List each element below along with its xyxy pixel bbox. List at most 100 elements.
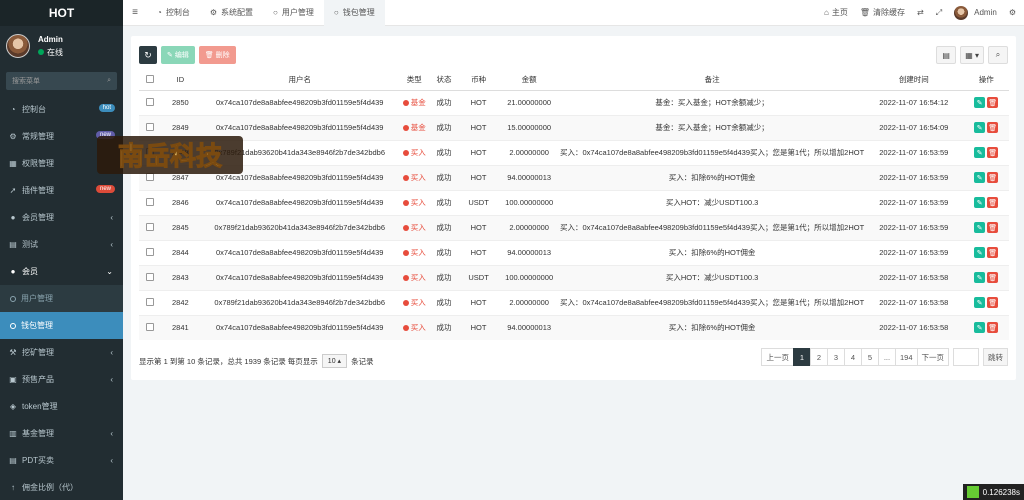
edit-button[interactable]: ✎ 编辑 xyxy=(161,46,195,64)
delete-row-button[interactable]: 🗑 xyxy=(987,197,999,208)
dashboard-icon: ◔ xyxy=(157,8,162,17)
sidebar-item-member-manage[interactable]: ● 会员管理 ‹ xyxy=(0,204,123,231)
edit-row-button[interactable]: ✎ xyxy=(974,322,986,334)
debug-timer[interactable]: 0.126238s xyxy=(962,484,1024,500)
cell-id: 2845 xyxy=(160,214,201,240)
app-logo[interactable]: HOT xyxy=(0,0,123,26)
columns-dropdown[interactable]: ▦ ▾ xyxy=(960,46,984,64)
column-header-coin[interactable]: 币种 xyxy=(458,70,499,91)
edit-row-button[interactable]: ✎ xyxy=(974,147,986,158)
row-checkbox[interactable] xyxy=(139,89,161,115)
next-page-button[interactable]: 下一页 xyxy=(916,348,949,366)
sidebar-search-input[interactable]: 搜索菜单 ⌕ xyxy=(6,72,117,90)
row-checkbox[interactable] xyxy=(139,289,161,315)
page-4-button[interactable]: 4 xyxy=(843,348,862,366)
page-size-select[interactable]: 10 ▴ xyxy=(321,354,348,368)
menu-toggle-icon[interactable]: ≡ xyxy=(123,7,147,18)
edit-row-button[interactable]: ✎ xyxy=(974,297,986,308)
row-checkbox[interactable] xyxy=(139,189,161,215)
jump-page-input[interactable] xyxy=(953,348,979,366)
column-header-created[interactable]: 创建时间 xyxy=(864,70,964,91)
table-row[interactable]: 2844 0x74ca107de8a8abfee498209b3fd01159e5… xyxy=(139,239,1009,265)
toggle-view-button[interactable]: ▤ xyxy=(936,46,957,64)
table-row[interactable]: 2847 0x74ca107de8a8abfee498209b3fd01159e5… xyxy=(139,164,1009,190)
cell-coin: USDT xyxy=(458,189,499,215)
commission-icon: ↑ xyxy=(11,483,15,492)
delete-row-button[interactable]: 🗑 xyxy=(987,247,999,258)
sidebar-item-mining[interactable]: ⚒ 挖矿管理 ‹ xyxy=(0,339,123,366)
table-row[interactable]: 2850 0x74ca107de8a8abfee498209b3fd01159e5… xyxy=(139,89,1009,115)
row-checkbox[interactable] xyxy=(139,239,161,265)
table-row[interactable]: 28480x789f21dab93620b41da343e8946f2b7de3… xyxy=(139,139,1009,165)
column-header-username[interactable]: 用户名 xyxy=(200,70,400,91)
edit-row-button[interactable]: ✎ xyxy=(974,247,986,258)
language-icon[interactable]: ⇄ xyxy=(917,8,924,17)
sidebar-item-commission[interactable]: ↑ 佣金比例（代） xyxy=(0,474,123,500)
edit-row-button[interactable]: ✎ xyxy=(974,197,986,208)
delete-row-button[interactable]: 🗑 xyxy=(987,322,999,334)
sidebar-item-fund[interactable]: ▥ 基金管理 ‹ xyxy=(0,420,123,447)
tab-wallet-manage[interactable]: ○ 钱包管理 xyxy=(323,0,385,26)
column-header-amount[interactable]: 金额 xyxy=(498,70,560,91)
delete-row-button[interactable]: 🗑 xyxy=(987,297,999,308)
delete-row-button[interactable]: 🗑 xyxy=(987,97,999,108)
sidebar-item-test[interactable]: ▤ 测试 ‹ xyxy=(0,231,123,258)
delete-button[interactable]: 🗑 删除 xyxy=(198,46,236,64)
delete-row-button[interactable]: 🗑 xyxy=(987,222,999,233)
cell-status: 成功 xyxy=(429,214,459,240)
avatar xyxy=(954,5,969,20)
sidebar-item-presale[interactable]: ▣ 预售产品 ‹ xyxy=(0,366,123,393)
tab-user-manage[interactable]: ○ 用户管理 xyxy=(263,0,324,26)
sidebar-item-wallet-manage[interactable]: 钱包管理 xyxy=(0,312,123,339)
delete-row-button[interactable]: 🗑 xyxy=(987,272,999,283)
column-header-status[interactable]: 状态 xyxy=(429,70,459,91)
cell-type: 买入 xyxy=(399,139,430,165)
search-button[interactable]: ⌕ xyxy=(988,46,1008,64)
select-all-checkbox[interactable] xyxy=(139,70,161,91)
sidebar-item-plugins[interactable]: ➚ 插件管理 new xyxy=(0,177,123,204)
row-checkbox[interactable] xyxy=(139,264,161,290)
edit-row-button[interactable]: ✎ xyxy=(974,122,986,133)
table-row[interactable]: 2846 0x74ca107de8a8abfee498209b3fd01159e5… xyxy=(139,189,1009,215)
refresh-button[interactable]: ↻ xyxy=(139,46,157,64)
column-header-type[interactable]: 类型 xyxy=(399,70,430,91)
home-link[interactable]: ⌂ 主页 xyxy=(824,7,848,18)
table-row[interactable]: 2841 0x74ca107de8a8abfee498209b3fd01159e5… xyxy=(139,314,1009,340)
page-2-button[interactable]: 2 xyxy=(809,348,828,366)
jump-button[interactable]: 跳转 xyxy=(983,348,1008,366)
prev-page-button[interactable]: 上一页 xyxy=(761,348,794,366)
edit-row-button[interactable]: ✎ xyxy=(974,272,986,283)
cell-id: 2842 xyxy=(160,289,201,315)
sidebar-item-dashboard[interactable]: ◔ 控制台 hot xyxy=(0,96,123,123)
sidebar-item-member[interactable]: ● 会员 ⌄ xyxy=(0,258,123,285)
page-last-button[interactable]: 194 xyxy=(894,348,918,366)
top-navbar: ≡ ◔ 控制台 ⚙ 系统配置 ○ 用户管理 ○ 钱包管理 ⌂ 主页 🗑 清除缓存 ⇄ ⤢ A… xyxy=(123,0,1024,26)
sidebar-item-user-manage[interactable]: 用户管理 xyxy=(0,285,123,312)
sidebar-item-pdt[interactable]: ▤ PDT买卖 ‹ xyxy=(0,447,123,474)
edit-row-button[interactable]: ✎ xyxy=(974,172,986,183)
tab-dashboard[interactable]: ◔ 控制台 xyxy=(147,0,200,26)
tab-system-config[interactable]: ⚙ 系统配置 xyxy=(200,0,263,26)
delete-row-button[interactable]: 🗑 xyxy=(987,122,999,133)
row-checkbox[interactable] xyxy=(139,214,161,240)
table-row[interactable]: 2845 0x789f21dab93620b41da343e8946f2b7de3… xyxy=(139,214,1009,240)
fullscreen-icon[interactable]: ⤢ xyxy=(936,8,942,18)
row-checkbox[interactable] xyxy=(139,314,161,340)
column-header-id[interactable]: ID xyxy=(160,70,201,91)
settings-icon[interactable]: ⚙ xyxy=(1009,8,1016,17)
delete-row-button[interactable]: 🗑 xyxy=(987,147,999,158)
delete-row-button[interactable]: 🗑 xyxy=(987,172,999,183)
page-1-button[interactable]: 1 xyxy=(792,348,811,366)
cell-amount: 94.00000013 xyxy=(498,164,560,190)
edit-row-button[interactable]: ✎ xyxy=(974,97,986,108)
sidebar-item-token[interactable]: ◈ token管理 xyxy=(0,393,123,420)
page-3-button[interactable]: 3 xyxy=(826,348,845,366)
clear-cache-button[interactable]: 🗑 清除缓存 xyxy=(860,7,905,18)
edit-row-button[interactable]: ✎ xyxy=(974,222,986,233)
page-5-button[interactable]: 5 xyxy=(860,348,879,366)
user-menu[interactable]: Admin xyxy=(954,5,997,20)
table-row[interactable]: 2849 0x74ca107de8a8abfee498209b3fd01159e5… xyxy=(139,114,1009,140)
table-row[interactable]: 2842 0x789f21dab93620b41da343e8946f2b7de3… xyxy=(139,289,1009,315)
table-row[interactable]: 2843 0x74ca107de8a8abfee498209b3fd01159e5… xyxy=(139,264,1009,290)
column-header-note[interactable]: 备注 xyxy=(559,70,865,91)
